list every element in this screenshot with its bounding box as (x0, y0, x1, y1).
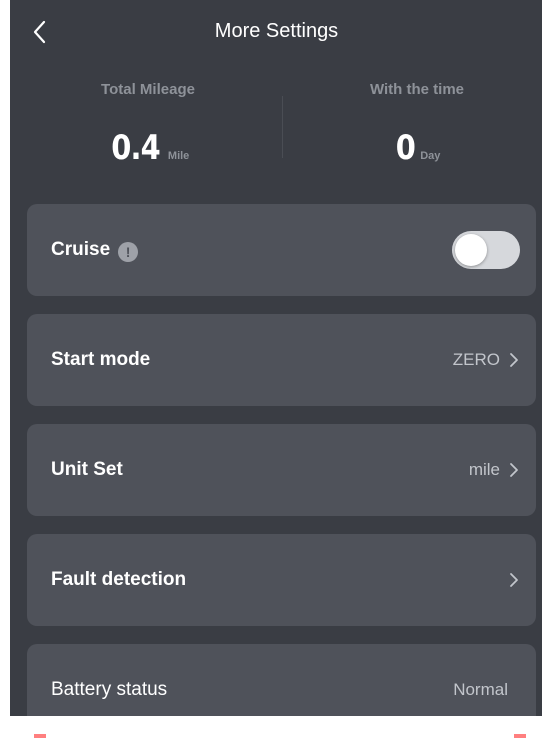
settings-screen: More Settings Total Mileage 0.4 Mile With… (10, 0, 542, 716)
cruise-label: Cruise (51, 239, 111, 260)
start-mode-value: ZERO (452, 350, 500, 369)
unit-set-label: Unit Set (51, 459, 123, 480)
stats-panel: Total Mileage 0.4 Mile With the time 0 Day (10, 64, 542, 194)
unit-set-value: mile (468, 460, 500, 479)
bottom-accent-mark (34, 734, 46, 738)
exclamation-info-icon[interactable]: ! (118, 242, 139, 262)
bottom-accent-mark (514, 734, 526, 738)
stats-divider (282, 96, 283, 158)
battery-status-label: Battery status (51, 679, 168, 700)
battery-status-row: Battery status Normal (27, 644, 536, 716)
total-mileage-unit: Mile (167, 150, 190, 162)
start-mode-row[interactable]: Start mode ZERO (27, 314, 536, 406)
chevron-right-icon (510, 463, 518, 477)
toggle-knob (455, 234, 487, 266)
total-mileage-stat: Total Mileage 0.4 Mile (28, 80, 268, 176)
cruise-toggle[interactable] (452, 231, 520, 269)
total-mileage-value: 0.4 (110, 128, 161, 168)
cruise-setting-card: Cruise! (27, 204, 536, 296)
chevron-right-icon (510, 353, 518, 367)
with-the-time-unit: Day (420, 150, 441, 162)
with-the-time-value-row: 0 Day (292, 128, 542, 176)
total-mileage-label: Total Mileage (101, 81, 195, 98)
page-title: More Settings (214, 20, 339, 42)
unit-set-row[interactable]: Unit Set mile (27, 424, 536, 516)
with-the-time-stat: With the time 0 Day (292, 80, 542, 176)
start-mode-label: Start mode (51, 349, 151, 370)
with-the-time-value: 0 (395, 128, 415, 168)
fault-detection-label: Fault detection (51, 569, 187, 590)
cruise-label-row: Cruise! (51, 238, 139, 262)
header-bar: More Settings (10, 0, 542, 64)
chevron-right-icon (510, 573, 518, 587)
total-mileage-value-row: 0.4 Mile (28, 128, 268, 176)
fault-detection-row[interactable]: Fault detection (27, 534, 536, 626)
with-the-time-label: With the time (369, 81, 465, 98)
battery-status-value: Normal (453, 680, 508, 699)
